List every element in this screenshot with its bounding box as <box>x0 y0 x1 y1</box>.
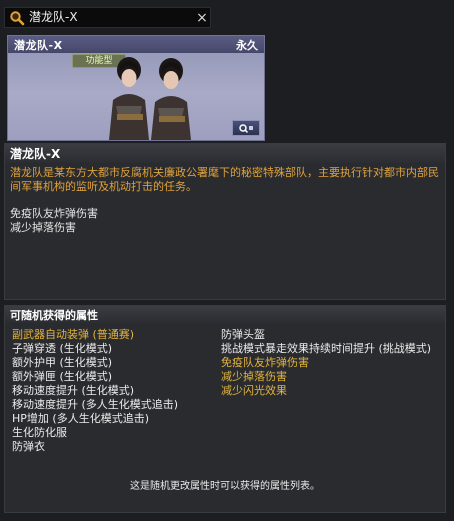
attribute-item: 防弹头盔 <box>221 328 265 341</box>
attribute-item: 生化防化服 <box>12 426 67 439</box>
search-input[interactable]: 潜龙队-X <box>29 7 194 28</box>
attribute-item: 额外弹匣 (生化模式) <box>12 370 113 383</box>
search-icon <box>5 7 29 28</box>
info-header: 潜龙队-X <box>5 144 445 163</box>
item-card-header: 潜龙队-X 永久 <box>8 36 264 53</box>
attribute-item: 免疫队友炸弹伤害 <box>221 356 309 369</box>
attributes-right-column: 防弹头盔 挑战模式暴走效果持续时间提升 (挑战模式) 免疫队友炸弹伤害 减少掉落… <box>221 328 431 398</box>
attribute-item: 减少掉落伤害 <box>221 370 287 383</box>
item-name: 潜龙队-X <box>10 147 61 161</box>
attribute-item: 额外护甲 (生化模式) <box>12 356 113 369</box>
item-card-title: 潜龙队-X <box>14 38 63 52</box>
attribute-item: 移动速度提升 (多人生化模式追击) <box>12 398 179 411</box>
effect-item: 减少掉落伤害 <box>10 221 76 234</box>
attributes-footer-note: 这是随机更改属性时可以获得的属性列表。 <box>130 481 320 492</box>
attribute-item: HP增加 (多人生化模式追击) <box>12 412 149 425</box>
random-attributes-panel: 可随机获得的属性 副武器自动装弹 (普通赛) 子弹穿透 (生化模式) 额外护甲 … <box>4 305 446 513</box>
attribute-item: 减少闪光效果 <box>221 384 287 397</box>
attribute-item: 挑战模式暴走效果持续时间提升 (挑战模式) <box>221 342 432 355</box>
preview-button[interactable] <box>232 120 260 136</box>
item-card-duration: 永久 <box>236 38 258 52</box>
clear-search-button[interactable]: × <box>194 10 210 26</box>
item-card[interactable]: 潜龙队-X 永久 功能型 <box>7 35 265 141</box>
attribute-item: 移动速度提升 (生化模式) <box>12 384 135 397</box>
attributes-title: 可随机获得的属性 <box>10 308 98 322</box>
attribute-item: 子弹穿透 (生化模式) <box>12 342 113 355</box>
item-effects: 免疫队友炸弹伤害 减少掉落伤害 <box>10 207 445 235</box>
item-description: 潜龙队是某东方大都市反腐机关廉政公署麾下的秘密特殊部队，主要执行针对都市内部民间… <box>10 166 439 193</box>
magnifier-icon <box>239 124 253 133</box>
attribute-item: 防弹衣 <box>12 440 45 453</box>
character-portrait <box>109 57 191 140</box>
item-info-panel: 潜龙队-X 潜龙队是某东方大都市反腐机关廉政公署麾下的秘密特殊部队，主要执行针对… <box>4 143 446 300</box>
effect-item: 免疫队友炸弹伤害 <box>10 207 98 220</box>
search-bar[interactable]: 潜龙队-X × <box>4 7 211 28</box>
attributes-left-column: 副武器自动装弹 (普通赛) 子弹穿透 (生化模式) 额外护甲 (生化模式) 额外… <box>12 328 178 454</box>
attribute-item: 副武器自动装弹 (普通赛) <box>12 328 135 341</box>
attributes-header: 可随机获得的属性 <box>5 306 445 323</box>
